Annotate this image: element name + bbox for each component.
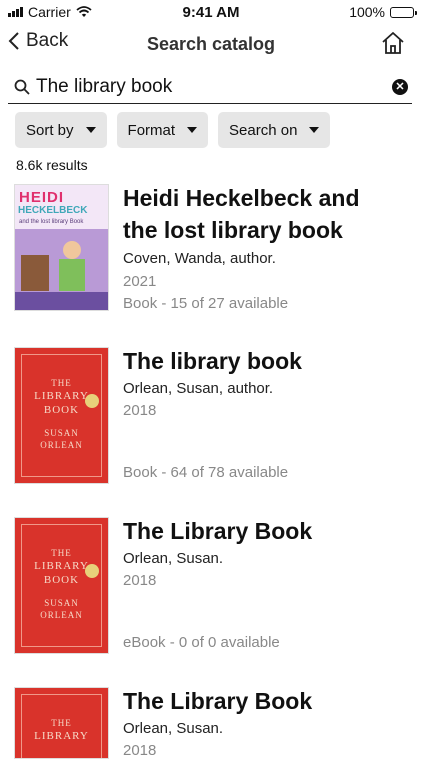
result-availability: Book - 15 of 27 available bbox=[123, 295, 289, 312]
format-dropdown[interactable]: Format bbox=[116, 112, 209, 148]
result-year: 2018 bbox=[123, 402, 157, 419]
search-icon bbox=[14, 79, 30, 95]
result-title[interactable]: The Library Book bbox=[123, 515, 393, 547]
home-icon[interactable] bbox=[380, 30, 406, 56]
format-label: Format bbox=[127, 121, 176, 139]
result-author: Orlean, Susan. bbox=[123, 550, 224, 567]
book-cover: THE LIBRARY BOOK SUSAN ORLEAN bbox=[15, 348, 108, 483]
clear-search-icon[interactable]: ✕ bbox=[392, 79, 408, 95]
status-bar: Carrier 9:41 AM 100% bbox=[0, 0, 422, 24]
sort-by-label: Sort by bbox=[26, 121, 74, 139]
result-author: Orlean, Susan. bbox=[123, 720, 224, 737]
nav-bar: Back Search catalog bbox=[0, 26, 422, 62]
battery-icon bbox=[390, 6, 417, 18]
book-cover: THE LIBRARY bbox=[15, 688, 108, 758]
result-title[interactable]: Heidi Heckelbeck and the lost library bo… bbox=[123, 182, 393, 246]
search-on-label: Search on bbox=[229, 121, 298, 139]
book-cover: HEIDI HECKELBECK and the lost library Bo… bbox=[15, 185, 108, 310]
result-year: 2018 bbox=[123, 572, 157, 589]
result-year: 2021 bbox=[123, 273, 157, 290]
result-availability: Book - 64 of 78 available bbox=[123, 464, 289, 481]
caret-down-icon bbox=[85, 127, 96, 133]
sort-by-dropdown[interactable]: Sort by bbox=[15, 112, 107, 148]
result-availability: eBook - 0 of 0 available bbox=[123, 634, 280, 651]
result-title[interactable]: The library book bbox=[123, 345, 393, 377]
battery-percent: 100% bbox=[349, 4, 385, 20]
page-title: Search catalog bbox=[146, 34, 276, 54]
result-title[interactable]: The Library Book bbox=[123, 685, 393, 717]
book-cover: THE LIBRARY BOOK SUSAN ORLEAN bbox=[15, 518, 108, 653]
caret-down-icon bbox=[187, 127, 198, 133]
caret-down-icon bbox=[309, 127, 320, 133]
result-author: Orlean, Susan, author. bbox=[123, 380, 274, 397]
search-input[interactable] bbox=[36, 74, 386, 100]
results-count: 8.6k results bbox=[16, 157, 88, 173]
filter-bar: Sort by Format Search on bbox=[15, 112, 331, 148]
search-on-dropdown[interactable]: Search on bbox=[218, 112, 331, 148]
result-year: 2018 bbox=[123, 742, 157, 759]
search-bar: ✕ bbox=[8, 72, 412, 104]
result-author: Coven, Wanda, author. bbox=[123, 250, 276, 267]
